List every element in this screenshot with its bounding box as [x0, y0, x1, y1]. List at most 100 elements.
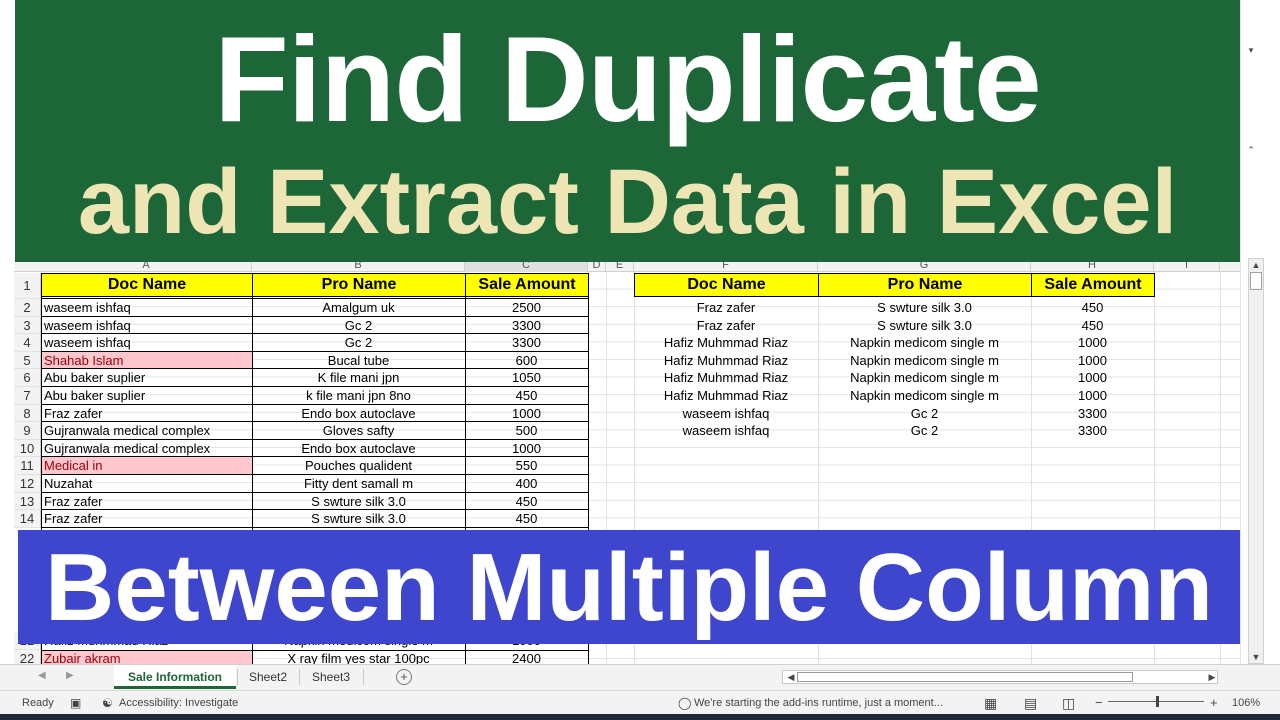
- sale-amount-cell[interactable]: 1000: [1031, 334, 1154, 352]
- pro-name-cell[interactable]: X ray film yes star 100pc: [252, 650, 465, 664]
- pro-name-cell[interactable]: k file mani jpn 8no: [252, 387, 465, 405]
- sale-amount-cell[interactable]: 450: [465, 510, 588, 528]
- doc-name-cell[interactable]: Fraz zafer: [634, 299, 818, 317]
- doc-name-cell[interactable]: Abu baker suplier: [41, 369, 252, 387]
- pro-name-cell[interactable]: S swture silk 3.0: [252, 493, 465, 511]
- pro-name-cell[interactable]: Gloves safty: [252, 422, 465, 440]
- sale-amount-cell[interactable]: 1050: [465, 369, 588, 387]
- ribbon-dropdown-icon[interactable]: ▾: [1244, 44, 1258, 56]
- doc-name-cell[interactable]: Gujranwala medical complex: [41, 440, 252, 458]
- tab-scroll-right-icon[interactable]: ▶: [66, 670, 74, 681]
- scroll-down-icon[interactable]: ▼: [1249, 651, 1263, 663]
- pro-name-cell[interactable]: Gc 2: [818, 422, 1031, 440]
- pro-name-cell[interactable]: Endo box autoclave: [252, 440, 465, 458]
- pro-name-cell[interactable]: Bucal tube: [252, 352, 465, 370]
- pro-name-cell[interactable]: Napkin medicom single m: [818, 352, 1031, 370]
- sale-amount-cell[interactable]: 400: [465, 475, 588, 493]
- doc-name-cell[interactable]: Hafiz Muhmmad Riaz: [634, 334, 818, 352]
- vertical-scroll-thumb[interactable]: [1250, 272, 1262, 290]
- row-header[interactable]: 6: [14, 369, 41, 387]
- pro-name-cell[interactable]: S swture silk 3.0: [818, 317, 1031, 335]
- zoom-in-icon[interactable]: +: [1210, 691, 1218, 715]
- pro-name-cell[interactable]: Gc 2: [252, 334, 465, 352]
- doc-name-cell[interactable]: Fraz zafer: [634, 317, 818, 335]
- pro-name-cell[interactable]: Gc 2: [252, 317, 465, 335]
- sale-amount-cell[interactable]: 1000: [1031, 387, 1154, 405]
- sale-amount-cell[interactable]: 550: [465, 457, 588, 475]
- header-doc-name[interactable]: Doc Name: [634, 273, 819, 297]
- header-sale-amount[interactable]: Sale Amount: [1031, 273, 1155, 297]
- vertical-scrollbar[interactable]: [1248, 258, 1264, 664]
- scroll-up-icon[interactable]: ▲: [1249, 259, 1263, 271]
- row-header[interactable]: 11: [14, 457, 41, 475]
- macro-record-icon[interactable]: ▣: [70, 691, 81, 715]
- doc-name-cell[interactable]: waseem ishfaq: [634, 422, 818, 440]
- doc-name-cell[interactable]: Fraz zafer: [41, 405, 252, 423]
- tab-scroll-left-icon[interactable]: ◀: [38, 670, 46, 681]
- zoom-level[interactable]: 106%: [1232, 691, 1260, 715]
- tab-sale-information[interactable]: Sale Information: [114, 665, 236, 689]
- header-pro-name[interactable]: Pro Name: [818, 273, 1032, 297]
- horizontal-scroll-thumb[interactable]: [797, 672, 1133, 682]
- doc-name-cell[interactable]: waseem ishfaq: [41, 299, 252, 317]
- doc-name-cell[interactable]: Hafiz Muhmmad Riaz: [634, 352, 818, 370]
- row-header[interactable]: 22: [14, 650, 41, 664]
- doc-name-cell[interactable]: Shahab Islam: [41, 351, 252, 370]
- sale-amount-cell[interactable]: 500: [465, 422, 588, 440]
- pro-name-cell[interactable]: Pouches qualident: [252, 457, 465, 475]
- pro-name-cell[interactable]: Amalgum uk: [252, 299, 465, 317]
- close-icon[interactable]: ✕: [1236, 4, 1256, 24]
- page-layout-icon[interactable]: ▤: [1024, 691, 1037, 715]
- header-doc-name[interactable]: Doc Name: [41, 273, 253, 297]
- collapse-ribbon-icon[interactable]: ⌃: [1244, 144, 1258, 156]
- row-header[interactable]: 1: [14, 273, 41, 299]
- pro-name-cell[interactable]: K file mani jpn: [252, 369, 465, 387]
- accessibility-status[interactable]: Accessibility: Investigate: [119, 691, 238, 715]
- zoom-slider-knob[interactable]: [1156, 696, 1159, 707]
- row-header[interactable]: 13: [14, 492, 41, 511]
- row-header[interactable]: 10: [14, 439, 41, 458]
- pro-name-cell[interactable]: S swture silk 3.0: [818, 299, 1031, 317]
- sale-amount-cell[interactable]: 3300: [1031, 422, 1154, 440]
- sale-amount-cell[interactable]: 2500: [465, 299, 588, 317]
- page-break-preview-icon[interactable]: ◫: [1062, 691, 1075, 715]
- doc-name-cell[interactable]: Hafiz Muhmmad Riaz: [634, 369, 818, 387]
- header-pro-name[interactable]: Pro Name: [252, 273, 466, 297]
- tab-sheet3[interactable]: Sheet3: [300, 665, 362, 689]
- doc-name-cell[interactable]: Nuzahat: [41, 475, 252, 493]
- row-header[interactable]: 14: [14, 510, 41, 528]
- sale-amount-cell[interactable]: 450: [1031, 317, 1154, 335]
- scroll-right-icon[interactable]: ▶: [1205, 671, 1219, 683]
- doc-name-cell[interactable]: Hafiz Muhmmad Riaz: [634, 387, 818, 405]
- doc-name-cell[interactable]: Fraz zafer: [41, 510, 252, 528]
- row-header[interactable]: 2: [14, 299, 41, 317]
- tab-sheet2[interactable]: Sheet2: [238, 665, 298, 689]
- add-sheet-icon[interactable]: +: [396, 669, 412, 685]
- row-header[interactable]: 7: [14, 387, 41, 405]
- sale-amount-cell[interactable]: 3300: [1031, 405, 1154, 423]
- sale-amount-cell[interactable]: 2400: [465, 650, 588, 664]
- scroll-left-icon[interactable]: ◀: [784, 671, 798, 683]
- doc-name-cell[interactable]: waseem ishfaq: [41, 334, 252, 352]
- row-header[interactable]: 3: [14, 316, 41, 335]
- pro-name-cell[interactable]: Fitty dent samall m: [252, 475, 465, 493]
- doc-name-cell[interactable]: Fraz zafer: [41, 493, 252, 511]
- header-sale-amount[interactable]: Sale Amount: [465, 273, 589, 297]
- row-header[interactable]: 12: [14, 475, 41, 493]
- sale-amount-cell[interactable]: 1000: [465, 405, 588, 423]
- sale-amount-cell[interactable]: 1000: [1031, 369, 1154, 387]
- pro-name-cell[interactable]: Napkin medicom single m: [818, 334, 1031, 352]
- doc-name-cell[interactable]: Abu baker suplier: [41, 387, 252, 405]
- normal-view-icon[interactable]: ▦: [984, 691, 997, 715]
- doc-name-cell[interactable]: Zubair akram: [41, 650, 252, 664]
- pro-name-cell[interactable]: S swture silk 3.0: [252, 510, 465, 528]
- accessibility-icon[interactable]: ☯: [102, 691, 113, 715]
- sale-amount-cell[interactable]: 600: [465, 352, 588, 370]
- sale-amount-cell[interactable]: 1000: [465, 440, 588, 458]
- row-header[interactable]: 4: [14, 334, 41, 352]
- pro-name-cell[interactable]: Endo box autoclave: [252, 405, 465, 423]
- row-header[interactable]: 5: [14, 351, 41, 370]
- row-header[interactable]: 9: [14, 422, 41, 440]
- sale-amount-cell[interactable]: 450: [465, 493, 588, 511]
- doc-name-cell[interactable]: waseem ishfaq: [634, 405, 818, 423]
